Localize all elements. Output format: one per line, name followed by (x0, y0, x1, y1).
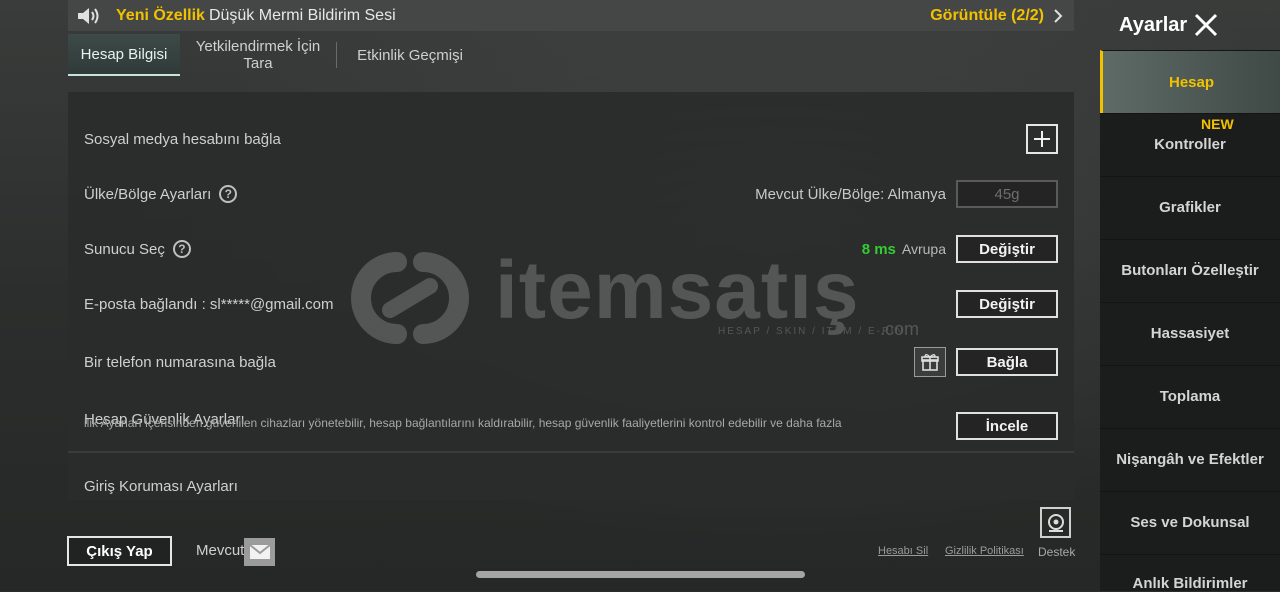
mail-button[interactable] (244, 538, 275, 566)
sidebar-item-bildirimler[interactable]: Anlık Bildirimler (1100, 554, 1280, 592)
country-cooldown-button: 45g (956, 180, 1058, 208)
sidebar-item-kontroller[interactable]: Kontroller (1100, 113, 1280, 174)
sidebar-item-ses[interactable]: Ses ve Dokunsal (1100, 491, 1280, 552)
sidebar-item-grafikler[interactable]: Grafikler (1100, 176, 1280, 237)
feature-notice-bar[interactable]: Yeni Özellik Düşük Mermi Bildirim Sesi G… (68, 0, 1074, 31)
delete-account-link[interactable]: Hesabı Sil (878, 545, 928, 557)
sidebar-item-hassasiyet[interactable]: Hassasiyet (1100, 302, 1280, 363)
watermark-text: itemsatış (495, 245, 860, 336)
home-indicator (476, 571, 805, 578)
add-social-button[interactable] (1026, 124, 1058, 154)
chevron-right-icon[interactable] (1052, 8, 1064, 24)
change-server-button[interactable]: Değiştir (956, 235, 1058, 263)
help-icon[interactable]: ? (172, 240, 191, 258)
settings-title: Ayarlar (1119, 14, 1188, 36)
support-button[interactable] (1040, 507, 1071, 538)
tab-activity-history[interactable]: Etkinlik Geçmişi (336, 34, 484, 76)
help-icon[interactable]: ? (219, 185, 238, 203)
watermark-domain: .com (880, 319, 920, 339)
mail-icon (249, 545, 270, 559)
divider (68, 451, 1074, 453)
view-button[interactable]: Görüntüle (2/2) (930, 7, 1044, 25)
sidebar-item-nisangah[interactable]: Nişangâh ve Efektler (1100, 428, 1280, 489)
watermark-logo-icon (351, 252, 469, 344)
tab-account-info[interactable]: Hesap Bilgisi (68, 34, 180, 76)
change-email-button[interactable]: Değiştir (956, 290, 1058, 318)
phone-label: Bir telefon numarasına bağla (84, 353, 276, 371)
current-country: Mevcut Ülke/Bölge: Almanya (755, 185, 946, 203)
social-label: Sosyal medya hesabını bağla (84, 130, 281, 148)
email-label: E-posta bağlandı : sl*****@gmail.com (84, 295, 334, 313)
bind-phone-button[interactable]: Bağla (956, 348, 1058, 376)
sidebar-item-butonlari-ozellestir[interactable]: Butonları Özelleştir (1100, 239, 1280, 300)
watermark: itemsatış HESAP / SKIN / ITEM / E-PIN .c… (335, 245, 935, 345)
sidebar-item-toplama[interactable]: Toplama (1100, 365, 1280, 426)
server-label: Sunucu Seç (84, 240, 165, 258)
gift-icon (921, 354, 939, 371)
login-protection-row[interactable]: Giriş Koruması Ayarları (84, 478, 1058, 495)
new-feature-label: Yeni Özellik (116, 6, 205, 24)
sidebar-item-hesap[interactable]: Hesap (1100, 50, 1280, 113)
speaker-icon (78, 7, 99, 24)
mail-label: Mevcut (196, 542, 245, 559)
logout-button[interactable]: Çıkış Yap (67, 536, 172, 566)
social-row: Sosyal medya hesabını bağla (84, 124, 1058, 154)
plus-icon (1034, 131, 1050, 147)
login-protection-label: Giriş Koruması Ayarları (84, 478, 238, 495)
tab-scan-to-authorize[interactable]: Yetkilendirmek İçin Tara (180, 34, 336, 76)
notice-text: Düşük Mermi Bildirim Sesi (208, 6, 396, 24)
privacy-policy-link[interactable]: Gizlilik Politikası (945, 545, 1024, 557)
gift-button[interactable] (914, 347, 946, 377)
account-tabs: Hesap Bilgisi Yetkilendirmek İçin Tara E… (68, 34, 484, 76)
security-description: ilik Ayarları içerisinden güvenilen ciha… (84, 416, 842, 430)
settings-sidebar: Hesap Kontroller Grafikler Butonları Öze… (1100, 50, 1280, 592)
phone-row: Bir telefon numarasına bağla Bağla (84, 347, 1058, 377)
support-label: Destek (1038, 545, 1076, 559)
country-label: Ülke/Bölge Ayarları (84, 185, 212, 203)
support-icon (1047, 513, 1064, 532)
close-icon[interactable] (1193, 12, 1219, 38)
new-badge: NEW (1201, 116, 1234, 132)
inspect-security-button[interactable]: İncele (956, 412, 1058, 440)
watermark-tagline: HESAP / SKIN / ITEM / E-PIN (718, 326, 905, 337)
country-row: Ülke/Bölge Ayarları ? Mevcut Ülke/Bölge:… (84, 180, 1058, 208)
